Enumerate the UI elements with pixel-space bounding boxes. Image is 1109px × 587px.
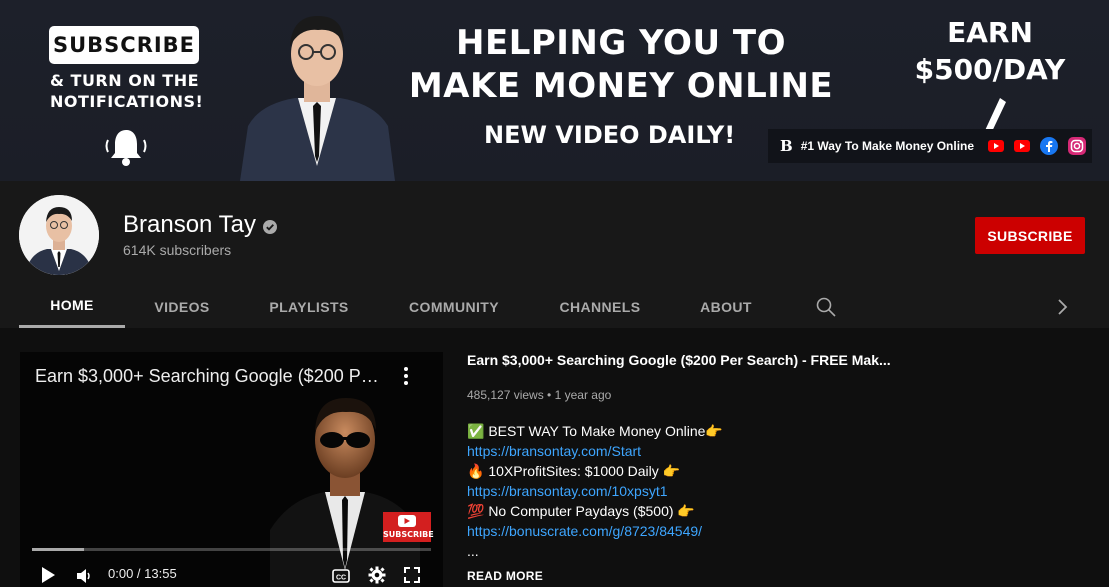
channel-banner: SUBSCRIBE & TURN ON THE NOTIFICATIONS! H… — [0, 0, 1109, 181]
more-vert-icon[interactable] — [402, 366, 410, 386]
subscribe-watermark-text: SUBSCRIBE — [383, 530, 434, 539]
channel-name: Branson Tay — [123, 211, 256, 238]
banner-turn-on-line2: NOTIFICATIONS! — [50, 92, 204, 111]
banner-headline-line1: HELPING YOU TO — [456, 23, 786, 63]
banner-headline-line2: MAKE MONEY ONLINE — [408, 66, 834, 106]
banner-headline: HELPING YOU TO MAKE MONEY ONLINE — [396, 22, 846, 108]
video-info: Earn $3,000+ Searching Google ($200 Per … — [467, 352, 1087, 583]
facebook-icon — [1040, 137, 1059, 155]
verified-check-icon — [263, 220, 277, 234]
avatar[interactable] — [19, 195, 99, 275]
desc-line: ✅ BEST WAY To Make Money Online👉 — [467, 423, 723, 439]
progress-bar[interactable] — [32, 548, 431, 551]
subscribe-watermark[interactable]: SUBSCRIBE — [383, 512, 434, 542]
video-meta: 485,127 views • 1 year ago — [467, 388, 612, 402]
banner-earn-line1: EARN — [947, 16, 1033, 49]
banner-turn-on-line1: & TURN ON THE — [50, 71, 200, 90]
banner-daily-text: NEW VIDEO DAILY! — [484, 121, 736, 149]
svg-text:CC: CC — [336, 575, 346, 582]
tab-community[interactable]: COMMUNITY — [394, 285, 514, 328]
subscriber-count: 614K subscribers — [123, 242, 232, 258]
tab-about[interactable]: ABOUT — [686, 285, 766, 328]
play-icon[interactable] — [40, 564, 56, 586]
progress-bar-fill — [32, 548, 84, 551]
banner-social-strip: B #1 Way To Make Money Online — [768, 129, 1092, 163]
video-player[interactable]: Earn $3,000+ Searching Google ($200 Per.… — [20, 352, 443, 587]
fullscreen-icon[interactable] — [404, 564, 420, 586]
tab-home[interactable]: HOME — [19, 285, 125, 328]
desc-link[interactable]: https://bransontay.com/Start — [467, 443, 641, 459]
player-time: 0:00 / 13:55 — [108, 566, 177, 581]
tab-channels[interactable]: CHANNELS — [545, 285, 655, 328]
desc-link[interactable]: https://bonuscrate.com/g/8723/84549/ — [467, 523, 702, 539]
video-description: ✅ BEST WAY To Make Money Online👉 https:/… — [467, 421, 1087, 561]
youtube-icon — [1014, 137, 1031, 155]
desc-ellipsis: ... — [467, 543, 479, 559]
subscribe-button[interactable]: SUBSCRIBE — [975, 217, 1085, 254]
tab-playlists[interactable]: PLAYLISTS — [255, 285, 363, 328]
banner-brand-logo: B — [780, 137, 793, 155]
desc-link[interactable]: https://bransontay.com/10xpsyt1 — [467, 483, 668, 499]
video-thumbnail-person — [270, 398, 420, 587]
chevron-right-icon[interactable] — [1055, 298, 1069, 316]
tab-videos[interactable]: VIDEOS — [140, 285, 224, 328]
banner-earn-line2: $500/DAY — [914, 53, 1066, 86]
banner-slogan: #1 Way To Make Money Online — [800, 139, 975, 153]
desc-line: 🔥 10XProfitSites: $1000 Daily 👉 — [467, 463, 681, 479]
banner-earn-text: EARN $500/DAY — [898, 14, 1082, 88]
closed-captions-icon[interactable]: CC — [332, 565, 350, 587]
read-more-button[interactable]: READ MORE — [467, 569, 1087, 583]
gear-icon[interactable] — [368, 564, 386, 586]
avatar-image — [19, 195, 99, 275]
instagram-icon — [1068, 137, 1087, 155]
featured-video-section: Earn $3,000+ Searching Google ($200 Per.… — [0, 328, 1109, 587]
player-video-title[interactable]: Earn $3,000+ Searching Google ($200 Per.… — [35, 366, 385, 387]
video-title[interactable]: Earn $3,000+ Searching Google ($200 Per … — [467, 352, 1087, 368]
channel-tabs: HOME VIDEOS PLAYLISTS COMMUNITY CHANNELS… — [19, 285, 1089, 328]
youtube-icon — [988, 137, 1005, 155]
search-icon[interactable] — [816, 297, 836, 317]
channel-header: Branson Tay 614K subscribers SUBSCRIBE H… — [0, 181, 1109, 328]
bell-icon — [105, 130, 147, 166]
banner-subscribe-box: SUBSCRIBE — [49, 26, 199, 64]
banner-person-image — [240, 16, 395, 181]
banner-notification-text: & TURN ON THE NOTIFICATIONS! — [50, 70, 210, 112]
volume-icon[interactable] — [76, 565, 92, 587]
desc-line: 💯 No Computer Paydays ($500) 👉 — [467, 503, 695, 519]
